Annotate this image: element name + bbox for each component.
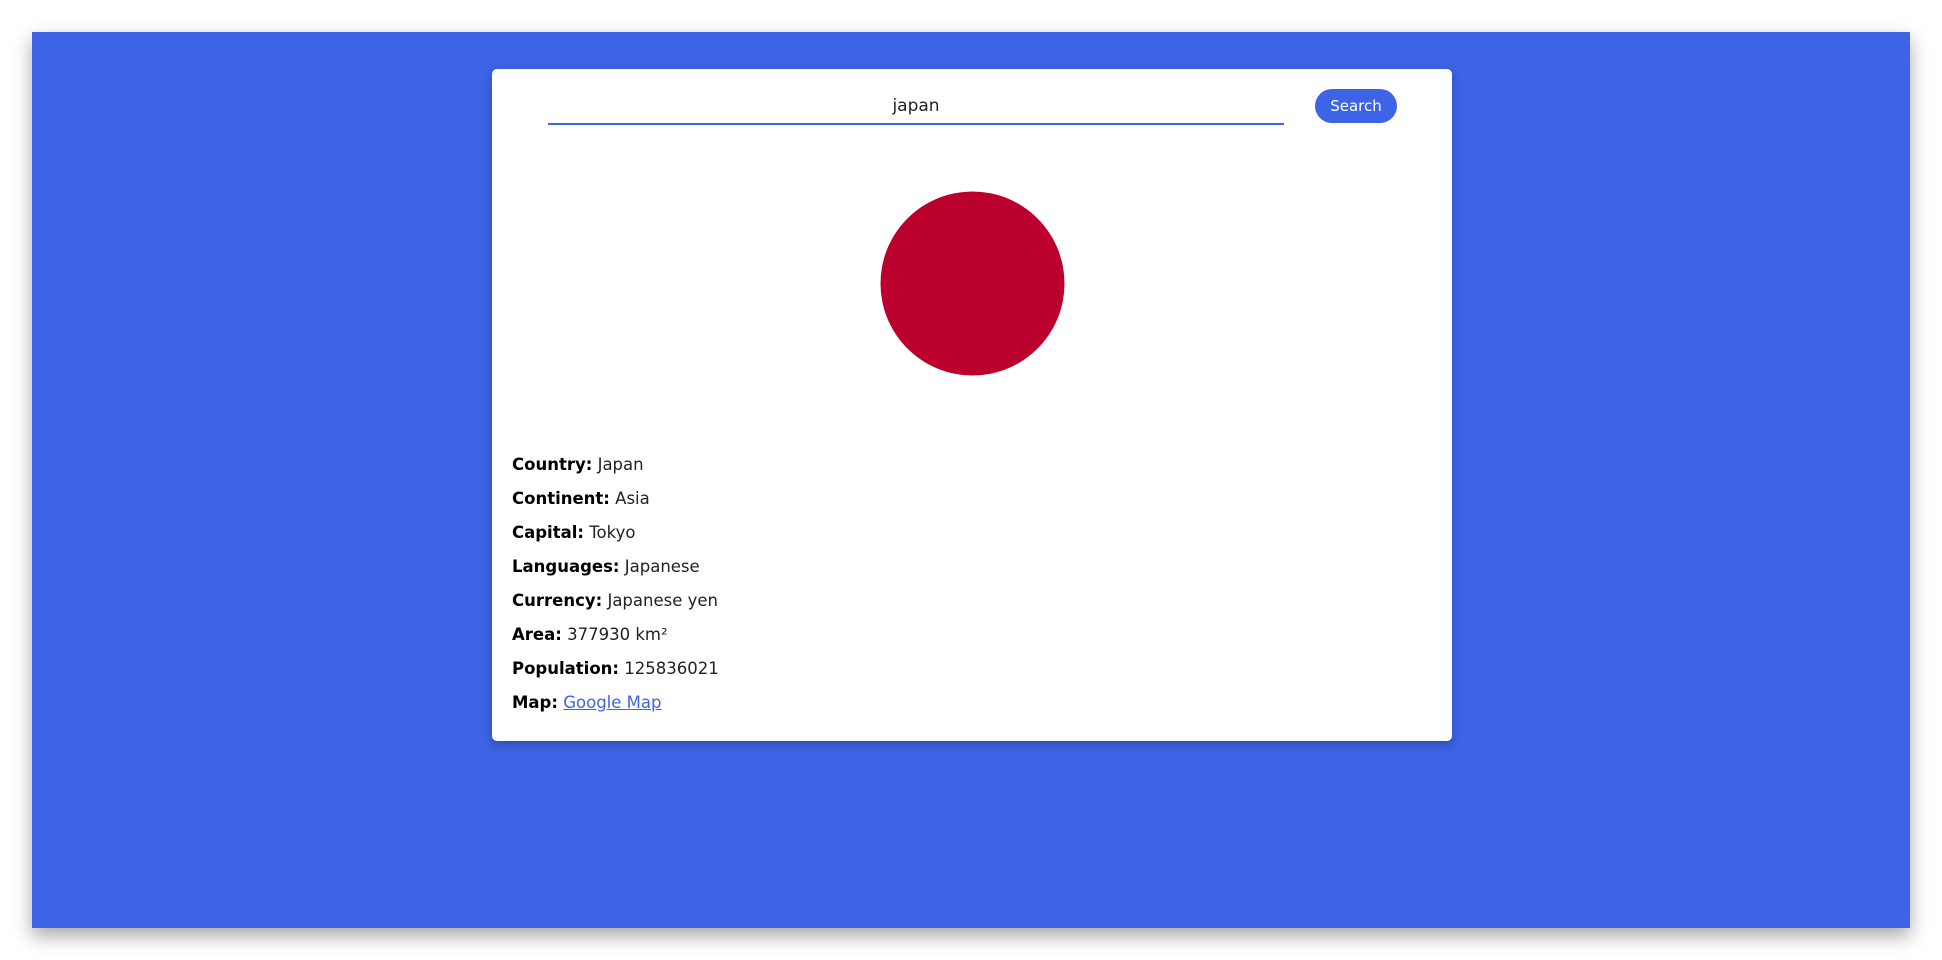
info-row-languages: Languages: Japanese <box>512 550 719 584</box>
country-search-input[interactable] <box>548 89 1284 125</box>
population-label: Population: <box>512 659 620 678</box>
country-flag <box>880 191 1065 376</box>
country-label: Country: <box>512 455 593 474</box>
google-map-link[interactable]: Google Map <box>563 693 661 712</box>
info-row-map: Map: Google Map <box>512 686 719 720</box>
info-row-capital: Capital: Tokyo <box>512 516 719 550</box>
info-row-country: Country: Japan <box>512 448 719 482</box>
currency-label: Currency: <box>512 591 603 610</box>
languages-label: Languages: <box>512 557 620 576</box>
info-row-area: Area: 377930 km² <box>512 618 719 652</box>
area-value: 377930 km² <box>567 625 668 644</box>
app-background: Search Country: Japan Continent: Asia Ca… <box>32 32 1910 928</box>
continent-label: Continent: <box>512 489 610 508</box>
info-row-continent: Continent: Asia <box>512 482 719 516</box>
capital-label: Capital: <box>512 523 584 542</box>
info-row-population: Population: 125836021 <box>512 652 719 686</box>
currency-value: Japanese yen <box>607 591 718 610</box>
country-info-list: Country: Japan Continent: Asia Capital: … <box>512 448 719 720</box>
japan-flag-red-disc-icon <box>880 191 1065 376</box>
country-value: Japan <box>597 455 644 474</box>
map-label: Map: <box>512 693 558 712</box>
search-button[interactable]: Search <box>1315 89 1397 123</box>
capital-value: Tokyo <box>589 523 636 542</box>
info-row-currency: Currency: Japanese yen <box>512 584 719 618</box>
area-label: Area: <box>512 625 562 644</box>
languages-value: Japanese <box>624 557 700 576</box>
country-card: Search Country: Japan Continent: Asia Ca… <box>492 69 1452 741</box>
population-value: 125836021 <box>624 659 719 678</box>
continent-value: Asia <box>615 489 650 508</box>
